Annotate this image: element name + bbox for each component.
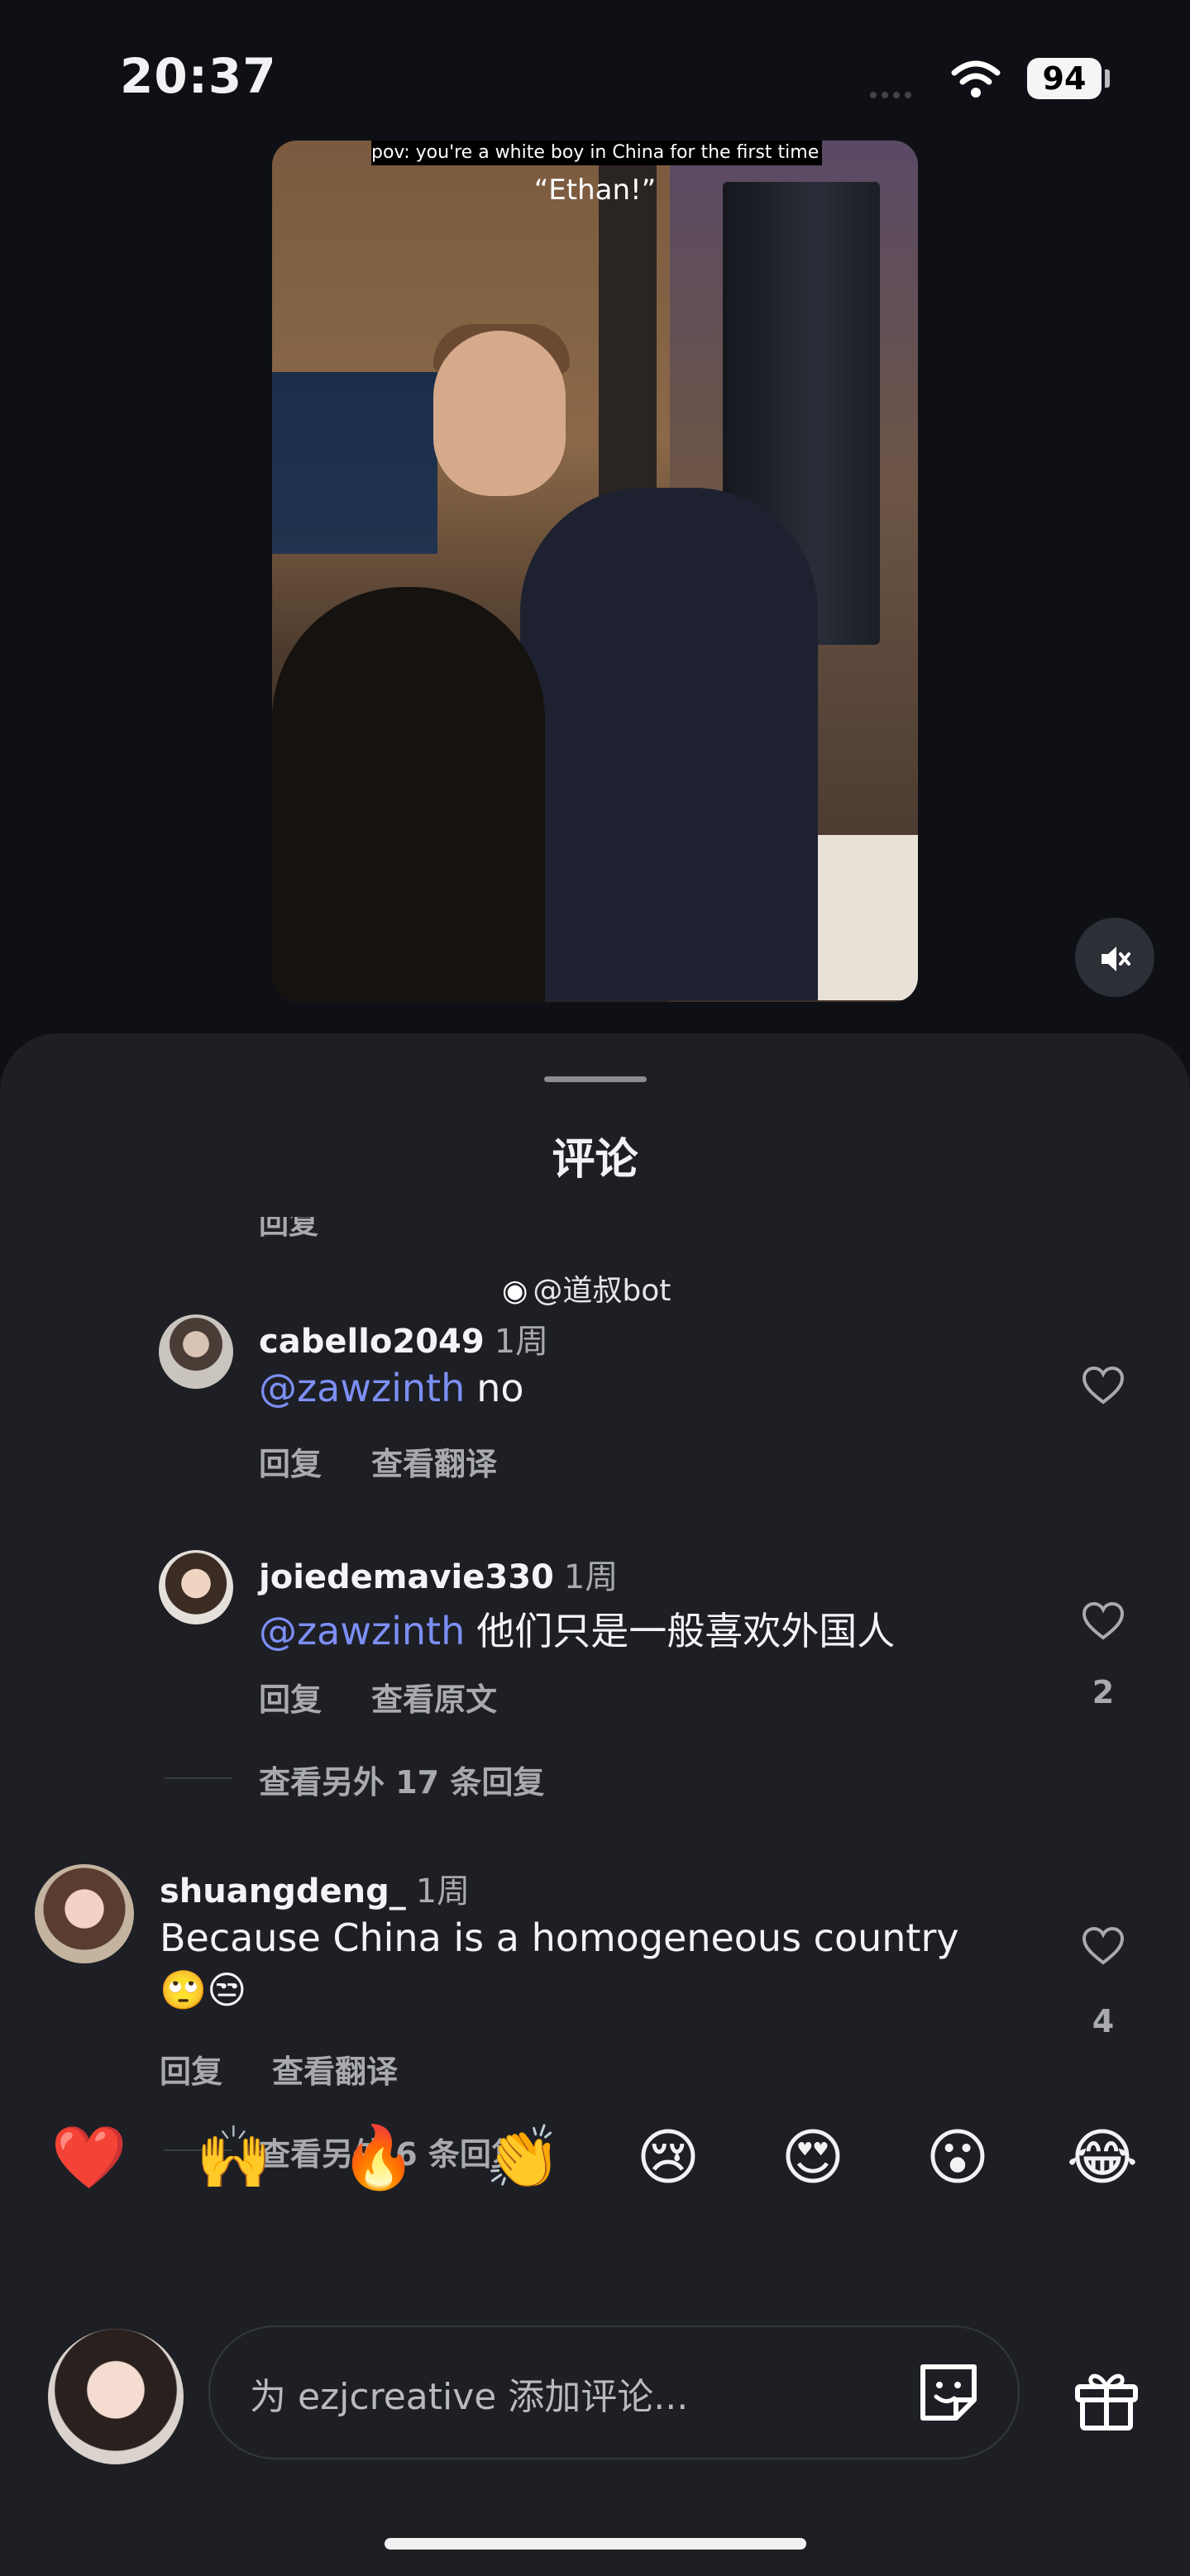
comment-actions: 回复 查看翻译 <box>160 2046 447 2092</box>
emoji-crying-button[interactable]: 😢 <box>627 2120 710 2195</box>
video-scene <box>433 331 566 496</box>
comment-text: @zawzinth 他们只是一般喜欢外国人 <box>259 1609 896 1653</box>
heart-icon[interactable] <box>1082 1601 1125 1641</box>
gift-icon[interactable] <box>1071 2362 1142 2433</box>
emoji-fire-button[interactable]: 🔥 <box>337 2120 420 2195</box>
comment-time: 1周 <box>563 1558 619 1596</box>
mention-link[interactable]: @zawzinth <box>259 1366 465 1410</box>
thread-divider <box>165 1777 232 1779</box>
comment-text-emoji: 🙄😒 <box>160 1968 247 2012</box>
comment-input[interactable]: 为 ezjcreative 添加评论... <box>208 2326 1020 2459</box>
video-caption: pov: you're a white boy in China for the… <box>371 141 822 165</box>
cellular-signal-icon <box>870 86 916 102</box>
battery-level: 94 <box>1027 58 1102 99</box>
avatar[interactable] <box>159 1550 233 1624</box>
emoji-heart-button[interactable]: ❤️ <box>48 2120 131 2195</box>
watermark: ◉ @道叔bot <box>502 1267 671 1309</box>
status-time: 20:37 <box>120 48 277 104</box>
translate-button[interactable]: 查看翻译 <box>272 2054 398 2090</box>
reply-button[interactable]: 回复 <box>259 1217 318 1242</box>
video-scene <box>272 372 437 554</box>
emoji-heart-eyes-button[interactable]: 😍 <box>772 2120 854 2195</box>
emoji-raised-hands-button[interactable]: 🙌 <box>193 2120 275 2195</box>
emoji-quick-bar: ❤️ 🙌 🔥 👏 😢 😍 😮 😂 <box>0 2120 1190 2195</box>
video-quote: “Ethan!” <box>533 174 657 207</box>
avatar[interactable] <box>159 1314 233 1389</box>
battery-tip <box>1105 69 1110 88</box>
sheet-grabber[interactable] <box>544 1076 647 1082</box>
comment-username[interactable]: cabello2049 1周 <box>259 1314 548 1362</box>
emoji-clap-button[interactable]: 👏 <box>482 2120 565 2195</box>
comment-text: @zawzinth no <box>259 1366 524 1410</box>
comment-username[interactable]: joiedemavie330 1周 <box>259 1550 618 1598</box>
mention-link[interactable]: @zawzinth <box>259 1609 465 1653</box>
mute-button[interactable] <box>1075 918 1154 997</box>
video-scene <box>272 587 545 1002</box>
comment-username[interactable]: shuangdeng_ 1周 <box>160 1864 470 1912</box>
translate-button[interactable]: 查看翻译 <box>371 1446 497 1482</box>
sticker-icon[interactable] <box>913 2357 984 2428</box>
translate-button[interactable]: 查看原文 <box>371 1682 497 1718</box>
reply-button[interactable]: 回复 <box>259 1446 322 1482</box>
heart-icon[interactable] <box>1082 1926 1125 1966</box>
wifi-icon <box>951 60 1001 98</box>
video-player[interactable]: pov: you're a white boy in China for the… <box>272 141 918 1002</box>
video-scene <box>520 488 818 1000</box>
reply-button[interactable]: 回复 <box>160 2054 222 2090</box>
heart-icon[interactable] <box>1082 1366 1125 1405</box>
comment-text: Because China is a homogeneous country <box>160 1915 959 1960</box>
watermark-text: @道叔bot <box>533 1274 671 1308</box>
weibo-icon: ◉ <box>502 1274 528 1308</box>
sheet-title: 评论 <box>552 1135 638 1185</box>
like-count: 2 <box>1092 1674 1115 1710</box>
emoji-laughing-button[interactable]: 😂 <box>1061 2120 1144 2195</box>
status-bar: 20:37 94 <box>0 0 1190 141</box>
avatar[interactable] <box>35 1864 134 1963</box>
emoji-surprised-button[interactable]: 😮 <box>916 2120 999 2195</box>
my-avatar[interactable] <box>48 2329 184 2464</box>
comment-actions: 回复 查看翻译 <box>259 1438 547 1484</box>
mute-icon <box>1102 947 1130 971</box>
comment-time: 1周 <box>494 1323 549 1361</box>
like-count: 4 <box>1092 2003 1115 2039</box>
comment-input-placeholder: 为 ezjcreative 添加评论... <box>250 2376 689 2418</box>
comment-time: 1周 <box>415 1872 471 1911</box>
home-indicator[interactable] <box>385 2538 806 2550</box>
reply-button[interactable]: 回复 <box>259 1682 322 1718</box>
comment-actions: 回复 查看原文 <box>259 1674 547 1720</box>
view-more-replies[interactable]: 查看另外 17 条回复 <box>259 1757 544 1802</box>
